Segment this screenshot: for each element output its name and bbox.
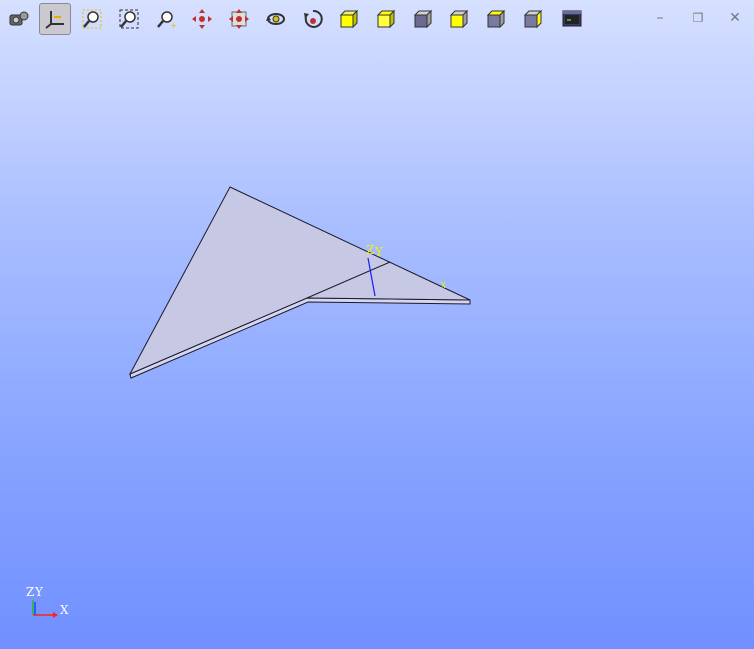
triad-label-y: Y [34, 585, 44, 599]
3d-viewport[interactable]: Z Y X Z Y X [0, 0, 754, 649]
triad-label-x: X [60, 603, 69, 617]
shape-top-face [128, 186, 471, 376]
view-triad: Z Y X [26, 585, 69, 618]
shape-axis-label-x: X [441, 282, 446, 290]
shape-axis-label-z: Z [366, 243, 374, 257]
shape-model[interactable]: Z Y X [128, 186, 471, 379]
triad-label-z: Z [26, 585, 34, 599]
triad-x-arrow [53, 612, 58, 618]
shape-axis-label-y: Y [374, 245, 384, 259]
